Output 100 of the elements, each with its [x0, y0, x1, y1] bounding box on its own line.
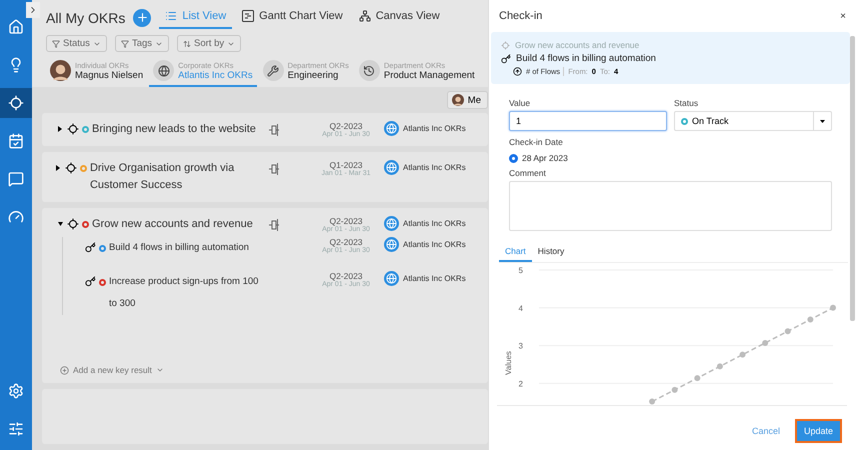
expand-button[interactable] — [26, 2, 40, 18]
target-icon — [8, 95, 24, 111]
gantt-chart-icon — [242, 10, 254, 22]
hierarchy-icon — [358, 10, 371, 22]
scope-name: Magnus Nielsen — [75, 70, 144, 80]
avatar — [50, 60, 71, 81]
status-dot — [681, 118, 688, 124]
gauge-icon — [8, 209, 24, 225]
panel-title: Check-in — [499, 10, 542, 22]
plus-icon — [136, 11, 149, 24]
data-point — [716, 363, 723, 370]
plus-circle-icon — [60, 366, 69, 374]
globe-icon — [384, 160, 399, 175]
field-label: Value — [509, 98, 532, 108]
wrench-icon — [262, 60, 284, 81]
owner-name: Atlantis Inc OKRs — [403, 240, 466, 249]
history-icon — [358, 60, 380, 81]
home-icon — [8, 19, 24, 35]
data-point — [740, 352, 746, 358]
me-filter-button[interactable]: Me — [446, 91, 488, 109]
target-icon — [501, 40, 510, 50]
sidebar-item[interactable] — [0, 88, 32, 118]
collapse-caret-icon[interactable] — [56, 221, 64, 227]
axis-title: Values — [504, 351, 513, 375]
data-point — [830, 304, 836, 311]
objective-title[interactable]: Grow new accounts and revenue — [92, 216, 253, 233]
globe-icon — [384, 216, 399, 231]
settings-icon — [8, 383, 24, 399]
key-icon — [85, 242, 96, 253]
add-key-result-link[interactable]: Add a new key result — [60, 365, 488, 375]
date-value: 28 Apr 2023 — [522, 153, 568, 163]
filter-icon — [52, 40, 60, 48]
progress-handle-icon — [268, 123, 280, 137]
filter-dropdown[interactable]: Status — [46, 35, 107, 52]
progress-handle-icon — [268, 218, 280, 232]
globe-icon — [384, 271, 399, 286]
data-point — [672, 386, 678, 393]
globe-icon — [384, 121, 399, 136]
progress-handle-icon — [268, 162, 280, 176]
axis-tick-label: 5 — [518, 266, 523, 275]
data-point — [762, 340, 768, 346]
axis-tick-label: 4 — [518, 304, 523, 313]
caret-icon — [156, 366, 164, 374]
metric-icon — [513, 67, 522, 76]
comment-field[interactable] — [509, 181, 832, 231]
status-select[interactable]: On Track — [674, 111, 832, 131]
sort-icon — [183, 40, 192, 48]
data-point — [784, 328, 791, 334]
add-button[interactable] — [133, 8, 152, 26]
expand-caret-icon[interactable] — [56, 126, 64, 132]
target-icon — [67, 123, 79, 135]
quarter-label: Q2-2023 — [329, 237, 363, 247]
owner-name: Atlantis Inc OKRs — [403, 274, 466, 283]
date-radio[interactable] — [509, 154, 518, 162]
field-label: Comment — [509, 168, 547, 178]
value-field[interactable]: 1 — [509, 111, 667, 131]
key-result-name: Build 4 flows in billing automation — [516, 53, 656, 64]
key-icon — [85, 276, 96, 287]
owner-name: Atlantis Inc OKRs — [403, 219, 466, 228]
panel-tab[interactable]: History — [532, 243, 570, 262]
key-result-title[interactable]: Increase product sign-ups from 100 to 300 — [109, 271, 268, 315]
sliders-icon — [8, 421, 24, 437]
key-result-title[interactable]: Build 4 flows in billing automation — [109, 237, 249, 259]
expand-caret-icon[interactable] — [56, 165, 62, 171]
field-label: Check-in Date — [509, 137, 564, 147]
panel-tab[interactable]: Chart — [499, 243, 532, 262]
view-tab[interactable]: Canvas View — [352, 6, 446, 29]
scope-name: Product Management — [384, 70, 475, 80]
scope-name: Atlantis Inc OKRs — [178, 70, 253, 80]
target-icon — [64, 162, 77, 174]
close-button[interactable]: × — [840, 10, 846, 22]
axis-tick-label: 2 — [518, 379, 523, 388]
data-point — [807, 316, 814, 323]
caret-icon — [820, 120, 825, 122]
axis-tick-label: 3 — [518, 342, 523, 351]
globe-icon — [153, 60, 174, 81]
avatar — [452, 94, 464, 106]
filter-dropdown[interactable]: Tags — [114, 35, 170, 52]
objective-title[interactable]: Drive Organisation growth via Customer Success — [90, 160, 268, 194]
calendar-icon — [8, 133, 24, 149]
view-tab[interactable]: Gantt Chart View — [236, 6, 349, 29]
objective-title[interactable]: Bringing new leads to the website — [92, 121, 256, 138]
quarter-label: Q2-2023 — [329, 121, 363, 131]
field-label: Status — [674, 98, 700, 108]
scope-name: Engineering — [288, 70, 340, 80]
chat-icon — [8, 171, 24, 187]
objective-name: Grow new accounts and revenue — [515, 40, 640, 50]
quarter-label: Q2-2023 — [329, 271, 363, 281]
globe-icon — [384, 237, 399, 252]
data-point — [694, 375, 700, 382]
quarter-label: Q2-2023 — [329, 216, 363, 226]
key-icon — [501, 54, 511, 64]
data-point — [649, 398, 656, 405]
filter-dropdown[interactable]: Sort by — [177, 35, 242, 52]
quarter-label: Q1-2023 — [329, 160, 363, 170]
page-title: All My OKRs — [46, 10, 126, 26]
filter-icon — [120, 40, 129, 48]
owner-name: Atlantis Inc OKRs — [403, 124, 466, 133]
owner-name: Atlantis Inc OKRs — [403, 163, 466, 172]
scrollbar[interactable] — [850, 36, 855, 321]
